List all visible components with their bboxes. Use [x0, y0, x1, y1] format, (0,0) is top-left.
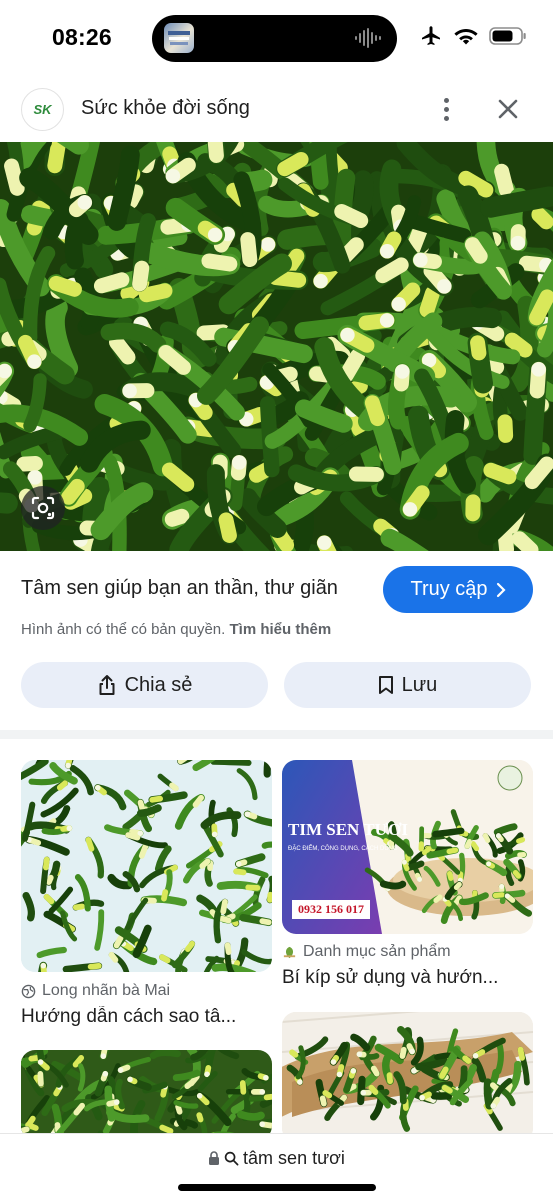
save-button-label: Lưu	[401, 673, 438, 696]
audio-wave-icon	[355, 28, 381, 48]
home-indicator[interactable]	[178, 1184, 376, 1191]
bottom-bar: tâm sen tươi	[0, 1133, 553, 1200]
related-title-1[interactable]: Hướng dẫn cách sao tâ...	[21, 1006, 272, 1028]
visit-button-label: Truy cập	[410, 578, 488, 600]
site-header: SK Sức khỏe đời sống	[0, 76, 553, 142]
search-icon	[224, 1151, 239, 1166]
related-image-2[interactable]: TIM SEN TƯƠI ĐẶC ĐIỂM, CÔNG DỤNG, CÁCH D…	[282, 760, 533, 934]
site-favicon-icon	[283, 946, 296, 958]
related-title-2[interactable]: Bí kíp sử dụng và hướn...	[282, 967, 533, 989]
wifi-icon	[454, 29, 478, 45]
close-icon[interactable]	[494, 95, 522, 123]
related-source-1-label: Long nhãn bà Mai	[42, 982, 171, 999]
hero-sprouts-image	[0, 142, 553, 551]
promo-phone: 0932 156 017	[292, 900, 370, 919]
lens-icon[interactable]	[21, 486, 65, 530]
site-logo-text: SK	[33, 102, 52, 117]
hero-image[interactable]	[0, 142, 553, 551]
result-title: Tâm sen giúp bạn an thần, thư giãn	[21, 577, 338, 599]
lock-icon	[209, 1151, 220, 1165]
visit-button[interactable]: Truy cập	[383, 566, 533, 613]
site-name[interactable]: Sức khỏe đời sống	[81, 97, 250, 120]
share-button[interactable]: Chia sẻ	[21, 662, 268, 708]
site-logo[interactable]: SK	[21, 88, 64, 131]
chevron-right-icon	[496, 582, 506, 597]
url-text: tâm sen tươi	[243, 1148, 345, 1168]
share-button-label: Chia sẻ	[124, 673, 193, 696]
status-icons	[419, 24, 527, 48]
bookmark-icon	[378, 676, 393, 694]
section-divider	[0, 730, 553, 739]
learn-more-link[interactable]: Tìm hiểu thêm	[230, 621, 332, 638]
related-image-3-photo	[21, 1050, 272, 1140]
promo-subtitle: ĐẶC ĐIỂM, CÔNG DỤNG, CÁCH DÙNG	[288, 846, 398, 852]
status-bar: 08:26	[0, 0, 553, 76]
related-source-2-label: Danh mục sản phẩm	[303, 943, 451, 960]
globe-icon	[21, 984, 36, 998]
status-time: 08:26	[52, 24, 112, 50]
share-icon	[99, 675, 115, 695]
dynamic-island[interactable]	[152, 15, 397, 62]
related-image-1-photo	[21, 760, 272, 972]
related-source-1: Long nhãn bà Mai	[21, 982, 170, 1000]
related-image-4-photo	[282, 1012, 533, 1142]
battery-icon	[489, 27, 526, 45]
copyright-text: Hình ảnh có thể có bản quyền.	[21, 621, 226, 638]
promo-title: TIM SEN TƯƠI	[288, 820, 408, 839]
more-vert-icon[interactable]	[434, 94, 458, 124]
save-button[interactable]: Lưu	[284, 662, 531, 708]
related-image-1[interactable]	[21, 760, 272, 972]
now-playing-thumbnail	[164, 23, 194, 53]
airplane-icon	[422, 26, 440, 45]
copyright-notice: Hình ảnh có thể có bản quyền. Tìm hiểu t…	[21, 621, 331, 638]
related-source-2: Danh mục sản phẩm	[282, 943, 451, 961]
related-image-3[interactable]	[21, 1050, 272, 1140]
url-bar[interactable]: tâm sen tươi	[0, 1148, 553, 1169]
related-image-4[interactable]	[282, 1012, 533, 1142]
